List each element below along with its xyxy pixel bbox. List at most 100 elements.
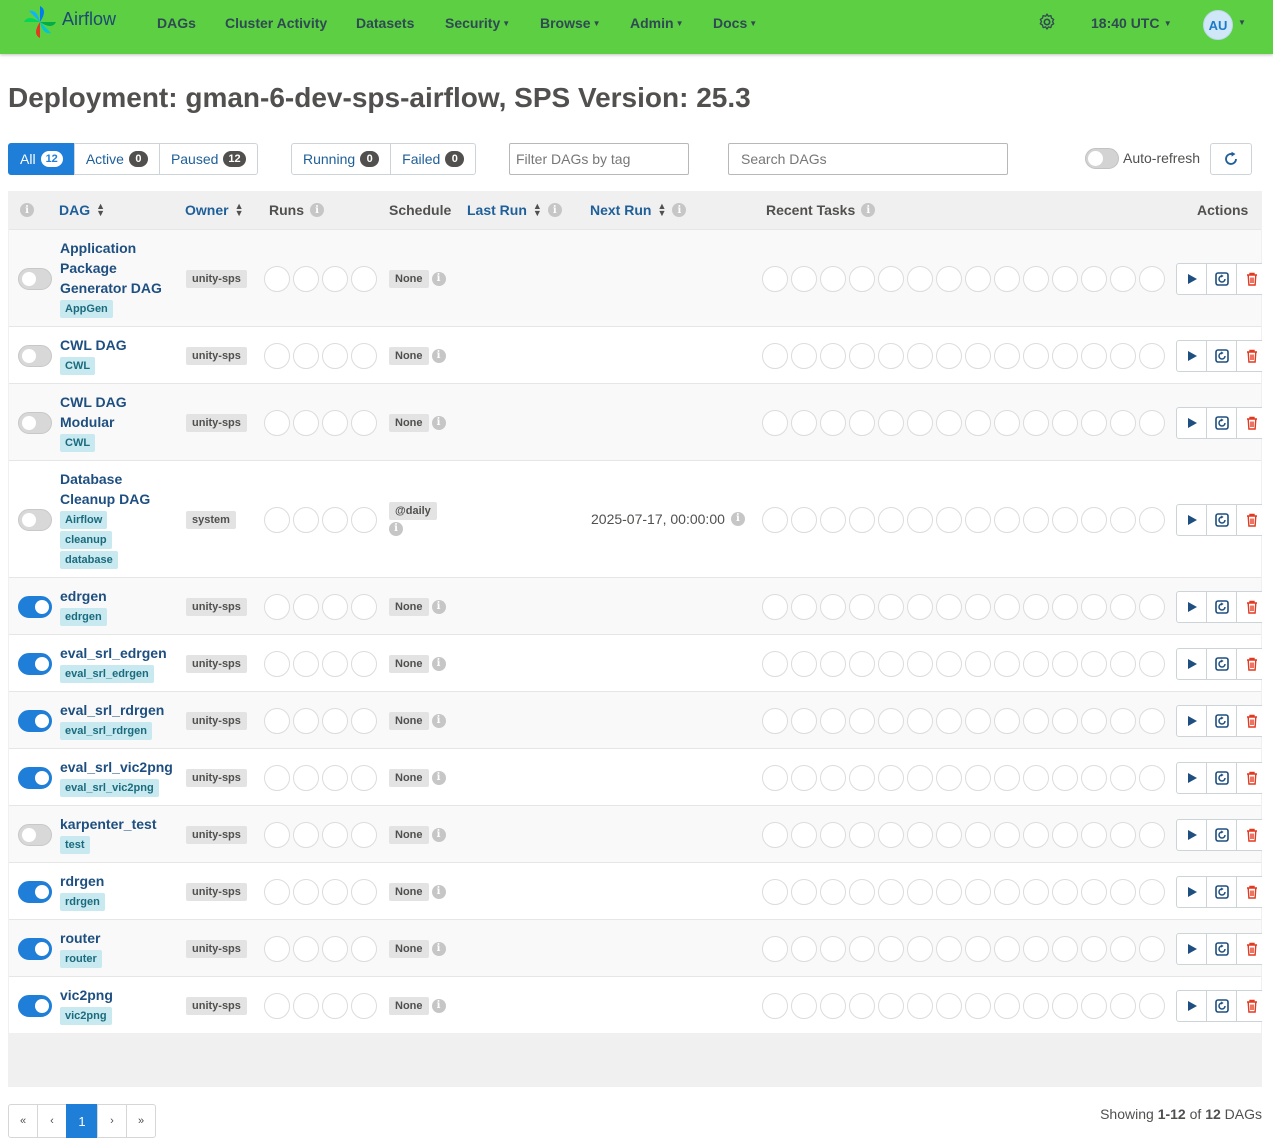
task-state-circle[interactable] (1023, 650, 1049, 677)
task-state-circle[interactable] (1139, 878, 1165, 905)
task-state-circle[interactable] (878, 650, 904, 677)
task-state-circle[interactable] (791, 764, 817, 791)
task-state-circle[interactable] (907, 593, 933, 620)
task-state-circle[interactable] (994, 650, 1020, 677)
task-state-circle[interactable] (1081, 265, 1107, 292)
task-state-circle[interactable] (849, 409, 875, 436)
task-state-circle[interactable] (1139, 764, 1165, 791)
task-state-circle[interactable] (994, 821, 1020, 848)
task-state-circle[interactable] (1110, 593, 1136, 620)
task-state-circle[interactable] (1139, 650, 1165, 677)
task-state-circle[interactable] (1023, 707, 1049, 734)
task-state-circle[interactable] (1081, 878, 1107, 905)
run-state-circle[interactable] (322, 707, 348, 734)
task-state-circle[interactable] (936, 935, 962, 962)
filter-all-button[interactable]: All 12 (8, 143, 75, 175)
task-state-circle[interactable] (1139, 506, 1165, 533)
task-state-circle[interactable] (936, 650, 962, 677)
info-icon[interactable]: i (431, 348, 446, 363)
run-state-circle[interactable] (322, 265, 348, 292)
dag-name-link[interactable]: rdrgen (60, 871, 180, 891)
task-state-circle[interactable] (965, 342, 991, 369)
trigger-dag-button[interactable] (1176, 262, 1207, 295)
task-state-circle[interactable] (849, 506, 875, 533)
task-state-circle[interactable] (936, 342, 962, 369)
clear-dag-button[interactable] (1206, 989, 1237, 1022)
task-state-circle[interactable] (849, 342, 875, 369)
task-state-circle[interactable] (791, 650, 817, 677)
auto-refresh-toggle[interactable] (1085, 148, 1119, 169)
task-state-circle[interactable] (1110, 878, 1136, 905)
task-state-circle[interactable] (907, 935, 933, 962)
task-state-circle[interactable] (878, 821, 904, 848)
task-state-circle[interactable] (1139, 935, 1165, 962)
clear-dag-button[interactable] (1206, 818, 1237, 851)
task-state-circle[interactable] (1139, 707, 1165, 734)
next-run-column-header[interactable]: Next Run ▲ ▼ i (590, 191, 687, 229)
last-page-button[interactable]: » (126, 1104, 156, 1138)
task-state-circle[interactable] (994, 265, 1020, 292)
task-state-circle[interactable] (965, 764, 991, 791)
dag-name-link[interactable]: eval_srl_vic2png (60, 757, 180, 777)
delete-dag-button[interactable] (1236, 932, 1262, 965)
task-state-circle[interactable] (762, 878, 788, 905)
run-state-circle[interactable] (322, 342, 348, 369)
run-state-circle[interactable] (264, 935, 290, 962)
run-state-circle[interactable] (264, 992, 290, 1019)
nav-datasets[interactable]: Datasets (356, 15, 414, 31)
nav-security[interactable]: Security ▼ (445, 15, 510, 31)
dag-tag[interactable]: Airflow (60, 511, 108, 529)
task-state-circle[interactable] (762, 707, 788, 734)
task-state-circle[interactable] (907, 878, 933, 905)
task-state-circle[interactable] (878, 878, 904, 905)
owner-badge[interactable]: unity-sps (186, 882, 247, 901)
clear-dag-button[interactable] (1206, 339, 1237, 372)
task-state-circle[interactable] (994, 409, 1020, 436)
filter-running-button[interactable]: Running 0 (291, 143, 392, 175)
info-icon[interactable]: i (431, 656, 446, 671)
task-state-circle[interactable] (1081, 707, 1107, 734)
task-state-circle[interactable] (820, 506, 846, 533)
owner-badge[interactable]: unity-sps (186, 939, 247, 958)
task-state-circle[interactable] (849, 764, 875, 791)
task-state-circle[interactable] (1139, 593, 1165, 620)
clear-dag-button[interactable] (1206, 262, 1237, 295)
task-state-circle[interactable] (1023, 992, 1049, 1019)
dag-name-link[interactable]: eval_srl_rdrgen (60, 700, 180, 720)
task-state-circle[interactable] (820, 707, 846, 734)
run-state-circle[interactable] (293, 409, 319, 436)
run-state-circle[interactable] (351, 821, 377, 848)
task-state-circle[interactable] (878, 935, 904, 962)
nav-dags[interactable]: DAGs (157, 15, 196, 31)
task-state-circle[interactable] (1052, 935, 1078, 962)
task-state-circle[interactable] (1139, 409, 1165, 436)
task-state-circle[interactable] (1110, 409, 1136, 436)
task-state-circle[interactable] (1023, 265, 1049, 292)
run-state-circle[interactable] (293, 707, 319, 734)
task-state-circle[interactable] (820, 992, 846, 1019)
task-state-circle[interactable] (994, 506, 1020, 533)
task-state-circle[interactable] (1110, 506, 1136, 533)
owner-column-header[interactable]: Owner ▲ ▼ (185, 191, 244, 229)
run-state-circle[interactable] (351, 409, 377, 436)
task-state-circle[interactable] (878, 593, 904, 620)
task-state-circle[interactable] (907, 342, 933, 369)
task-state-circle[interactable] (1023, 878, 1049, 905)
task-state-circle[interactable] (820, 650, 846, 677)
task-state-circle[interactable] (849, 707, 875, 734)
task-state-circle[interactable] (762, 935, 788, 962)
task-state-circle[interactable] (1081, 342, 1107, 369)
task-state-circle[interactable] (1110, 992, 1136, 1019)
task-state-circle[interactable] (1052, 409, 1078, 436)
clear-dag-button[interactable] (1206, 647, 1237, 680)
task-state-circle[interactable] (965, 593, 991, 620)
run-state-circle[interactable] (322, 992, 348, 1019)
task-state-circle[interactable] (791, 409, 817, 436)
task-state-circle[interactable] (965, 650, 991, 677)
dag-tag[interactable]: eval_srl_rdrgen (60, 722, 152, 740)
run-state-circle[interactable] (351, 265, 377, 292)
run-state-circle[interactable] (264, 506, 290, 533)
run-state-circle[interactable] (293, 593, 319, 620)
run-state-circle[interactable] (322, 935, 348, 962)
task-state-circle[interactable] (1023, 935, 1049, 962)
